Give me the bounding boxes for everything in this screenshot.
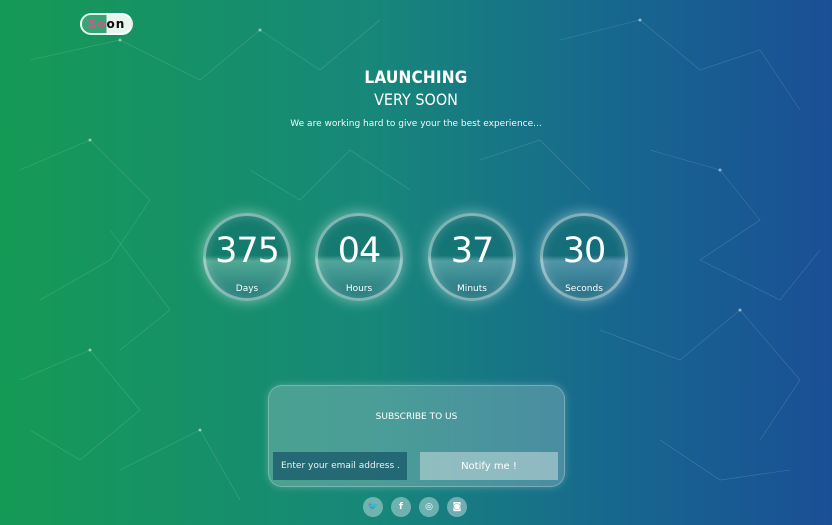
social-links: 🐦 f ◎ ◙ — [363, 497, 467, 517]
instagram-icon[interactable]: ◙ — [447, 497, 467, 517]
page-title-line2: VERY SOON — [374, 90, 458, 109]
subscribe-title: SUBSCRIBE TO US — [375, 412, 458, 422]
countdown-seconds-label: Seconds — [565, 284, 603, 294]
countdown-hours: 04 Hours — [315, 213, 403, 301]
countdown-hours-value: 04 — [337, 231, 382, 271]
countdown-minutes-value: 37 — [450, 231, 495, 271]
facebook-icon[interactable]: f — [391, 497, 411, 517]
countdown-seconds-value: 30 — [562, 231, 607, 271]
notify-button[interactable]: Notify me ! — [420, 452, 558, 480]
countdown-minutes: 37 Minuts — [428, 213, 516, 301]
page-subtitle: We are working hard to give your the bes… — [290, 119, 542, 129]
countdown-seconds: 30 Seconds — [540, 213, 628, 301]
countdown-days-value: 375 — [215, 231, 280, 271]
countdown-days: 375 Days — [203, 213, 291, 301]
logo-text: Soon — [87, 17, 126, 31]
page-title-line1: LAUNCHING — [364, 68, 468, 88]
dribbble-icon[interactable]: ◎ — [419, 497, 439, 517]
countdown-minutes-label: Minuts — [457, 284, 487, 294]
countdown-days-label: Days — [235, 284, 259, 294]
twitter-icon[interactable]: 🐦 — [363, 497, 383, 517]
logo[interactable]: Soon — [80, 13, 133, 35]
email-field[interactable] — [273, 452, 407, 480]
countdown-hours-label: Hours — [345, 284, 373, 294]
